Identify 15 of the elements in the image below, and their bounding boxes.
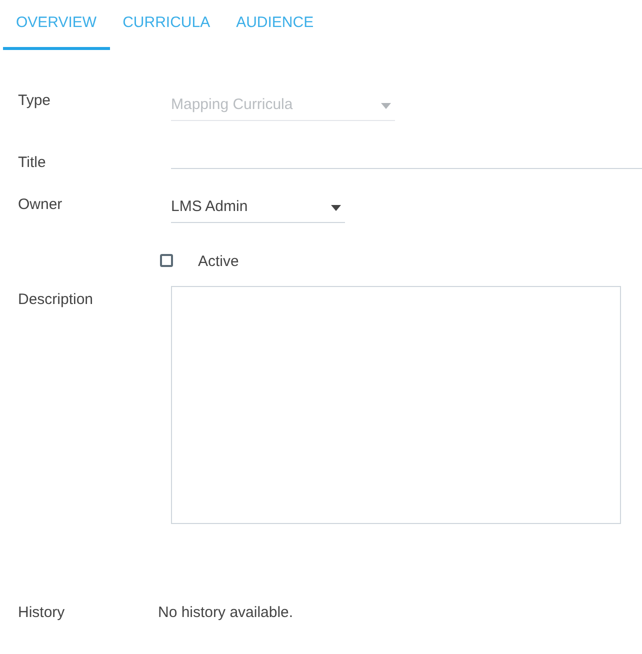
tab[interactable]: OVERVIEW <box>3 0 110 50</box>
tab[interactable]: AUDIENCE <box>223 0 327 50</box>
description-textarea[interactable] <box>171 286 621 524</box>
field-label: Type <box>17 91 52 111</box>
field-label: Owner <box>17 195 64 215</box>
caret-icon <box>381 102 391 108</box>
field-label: Description <box>17 290 94 310</box>
checkbox[interactable] <box>160 254 173 266</box>
field-label: Title <box>17 153 47 173</box>
tab[interactable]: CURRICULA <box>110 0 224 50</box>
history-text: No history available. <box>158 603 294 623</box>
field-label: History <box>17 603 66 623</box>
caret-icon <box>331 204 341 210</box>
dropdown-field[interactable]: LMS Admin <box>171 193 345 223</box>
checkbox-label: Active <box>198 252 239 272</box>
